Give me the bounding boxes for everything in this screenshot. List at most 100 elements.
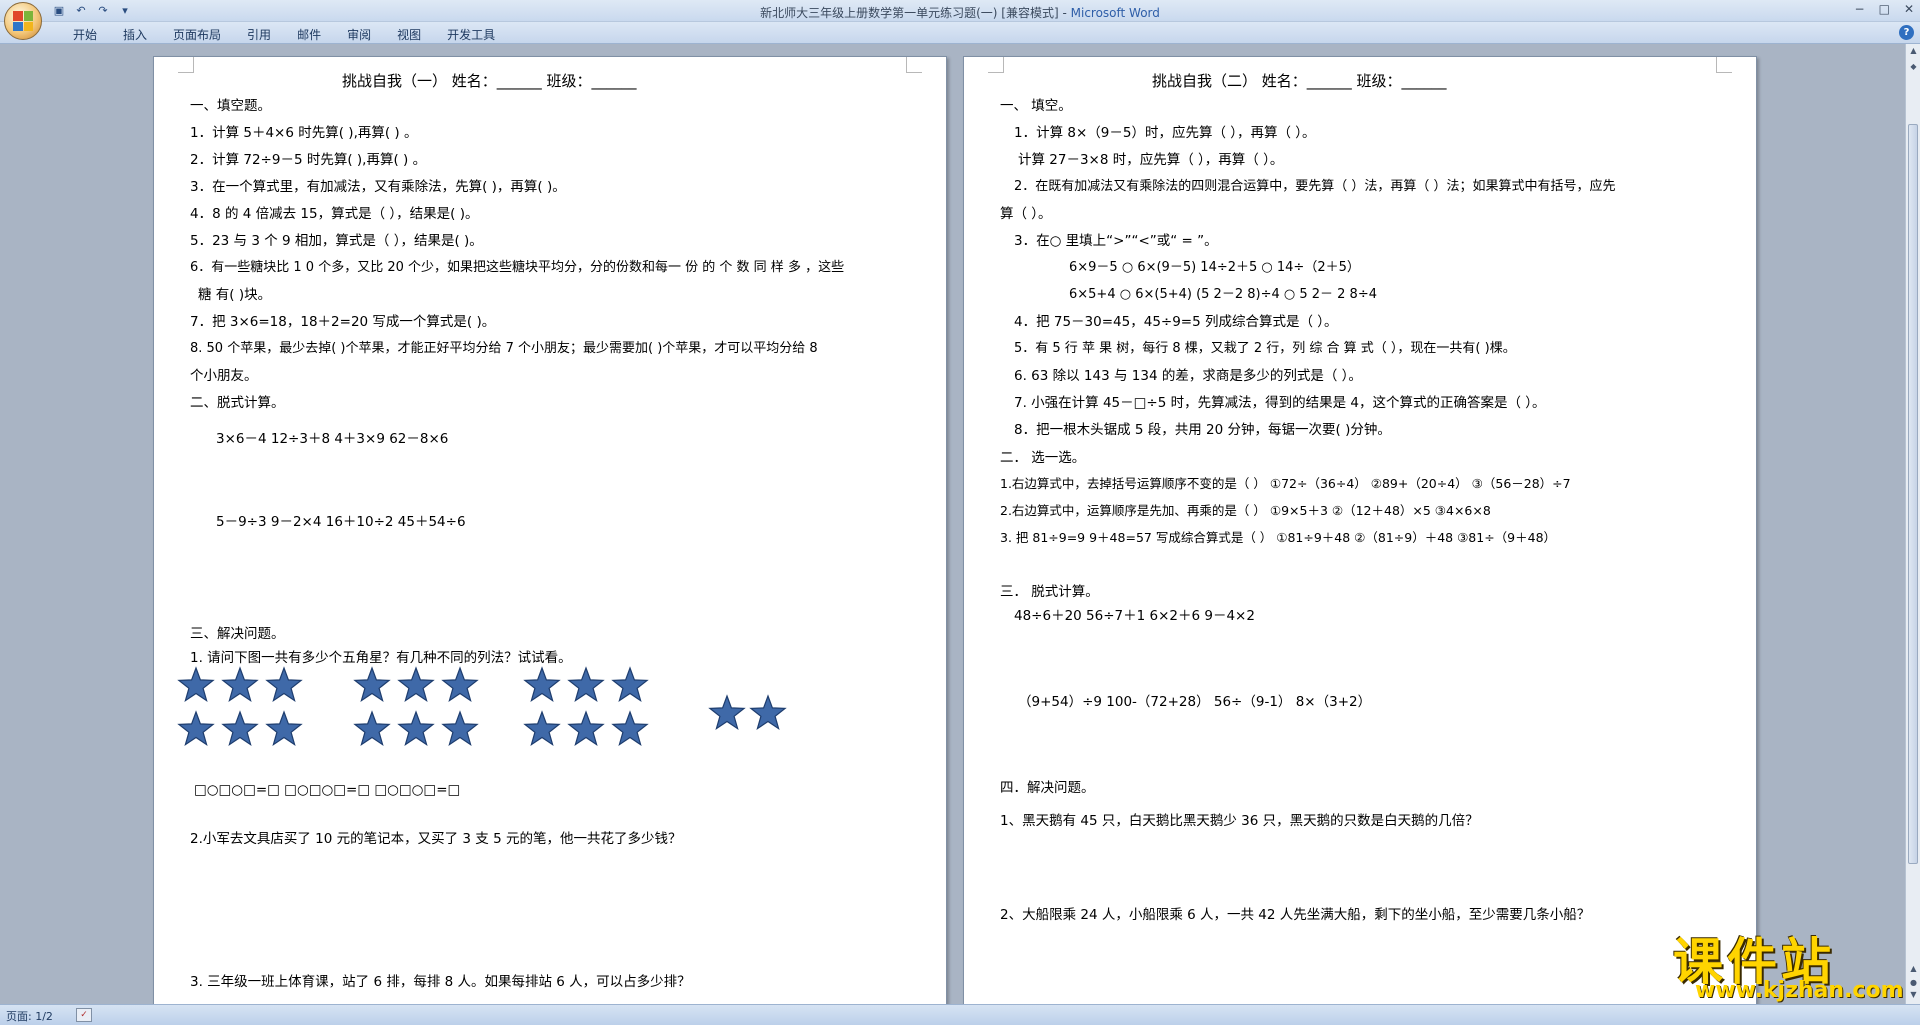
question-line: 个小朋友。: [190, 368, 258, 384]
question-line: 2、大船限乘 24 人，小船限乘 6 人，一共 42 人先坐满大船，剩下的坐小船…: [1000, 907, 1591, 923]
star-icon: [397, 666, 435, 703]
help-icon[interactable]: ?: [1899, 25, 1914, 40]
question-line: 4．8 的 4 倍减去 15，算式是（ ），结果是( )。: [190, 206, 479, 222]
star-icon: [353, 666, 391, 703]
section-heading: 二、脱式计算。: [190, 395, 285, 411]
answer-boxes-row: □○□○□=□ □○□○□=□ □○□○□=□: [194, 782, 461, 798]
proofing-icon[interactable]: ✓: [76, 1008, 92, 1022]
section-heading: 二． 选一选。: [1000, 450, 1086, 466]
section-heading: 一、填空题。: [190, 98, 271, 114]
star-icon: [749, 694, 787, 731]
office-logo-icon: [13, 11, 33, 31]
app-name: Microsoft Word: [1070, 6, 1160, 20]
window-title: 新北师大三年级上册数学第一单元练习题(一) [兼容模式] - Microsoft…: [0, 4, 1920, 21]
margin-corner-mark: [906, 57, 922, 73]
question-line: 1、黑天鹅有 45 只，白天鹅比黑天鹅少 36 只，黑天鹅的只数是白天鹅的几倍？: [1000, 813, 1479, 829]
status-bar: 页面: 1/2 ✓: [0, 1004, 1920, 1025]
star-icon: [567, 666, 605, 703]
section-heading: 四．解决问题。: [1000, 780, 1095, 796]
page-2: 挑战自我（二） 姓名：______ 班级：______ 一、 填空。 1．计算 …: [963, 56, 1757, 1004]
question-line: 3．在○ 里填上“>”“<”或“ = ”。: [1014, 233, 1218, 249]
star-icon: [353, 710, 391, 747]
title-bar: ▣ ↶ ↷ ▾ 新北师大三年级上册数学第一单元练习题(一) [兼容模式] - M…: [0, 0, 1920, 40]
tab-references[interactable]: 引用: [234, 26, 284, 43]
section-heading: 三． 脱式计算。: [1000, 584, 1099, 600]
question-line: 1．计算 5＋4×6 时先算( ),再算( ) 。: [190, 125, 418, 141]
minimize-icon[interactable]: −: [1855, 2, 1865, 16]
maximize-icon[interactable]: □: [1879, 2, 1890, 16]
question-line: 1．计算 8×（9－5）时，应先算（ ），再算（ ）。: [1014, 125, 1316, 141]
question-line: 6. 63 除以 143 与 134 的差，求商是多少的列式是（ ）。: [1014, 368, 1362, 384]
watermark-url: www.kjzhan.com: [1695, 978, 1904, 1003]
star-icon: [221, 710, 259, 747]
document-title: 新北师大三年级上册数学第一单元练习题(一) [兼容模式] -: [760, 6, 1067, 20]
scroll-up-icon[interactable]: ▲: [1908, 46, 1919, 58]
compare-row: 6×9－5 ○ 6×(9－5) 14÷2＋5 ○ 14÷（2＋5）: [1069, 260, 1360, 275]
select-browse-icon[interactable]: ●: [1908, 978, 1919, 990]
page-title: 挑战自我（二） 姓名：______ 班级：______: [1152, 72, 1447, 90]
question-line: 4．把 75－30=45，45÷9=5 列成综合算式是（ ）。: [1014, 314, 1338, 330]
question-line: 5．23 与 3 个 9 相加，算式是（ ），结果是( )。: [190, 233, 483, 249]
compare-row: 6×5+4 ○ 6×(5+4) (5 2－2 8)÷4 ○ 5 2－ 2 8÷4: [1069, 287, 1377, 302]
tab-insert[interactable]: 插入: [110, 26, 160, 43]
question-line: 2．在既有加减法又有乘除法的四则混合运算中，要先算（ ）法，再算（ ）法；如果算…: [1014, 179, 1616, 194]
question-line: 1. 请问下图一共有多少个五角星？有几种不同的列法？试试看。: [190, 650, 572, 666]
star-icon: [441, 666, 479, 703]
section-heading: 三、解决问题。: [190, 626, 285, 642]
tab-developer[interactable]: 开发工具: [434, 26, 508, 43]
ribbon-tabs-bar: 开始 插入 页面布局 引用 邮件 审阅 视图 开发工具 ?: [0, 22, 1920, 44]
star-icon: [523, 666, 561, 703]
vertical-scrollbar[interactable]: ▲ ◆ ▲ ● ▼: [1905, 44, 1920, 1004]
star-icon: [221, 666, 259, 703]
page-title: 挑战自我（一） 姓名：______ 班级：______: [342, 72, 637, 90]
star-icon: [265, 710, 303, 747]
question-line: 5．有 5 行 苹 果 树，每行 8 棵，又栽了 2 行，列 综 合 算 式（ …: [1014, 341, 1516, 356]
page-indicator[interactable]: 页面: 1/2: [6, 1008, 53, 1024]
calc-row: 3×6－4 12÷3＋8 4＋3×9 62－8×6: [216, 431, 449, 447]
prev-page-icon[interactable]: ▲: [1908, 964, 1919, 976]
star-icon: [177, 710, 215, 747]
choice-line: 2.右边算式中，运算顺序是先加、再乘的是（ ） ①9×5＋3 ②（12＋48）×…: [1000, 503, 1491, 518]
star-icon: [567, 710, 605, 747]
star-icon: [177, 666, 215, 703]
question-line: 8. 50 个苹果，最少去掉( )个苹果，才能正好平均分给 7 个小朋友；最少需…: [190, 341, 818, 356]
margin-corner-mark: [988, 57, 1004, 73]
page-1: 挑战自我（一） 姓名：______ 班级：______ 一、填空题。 1．计算 …: [153, 56, 947, 1004]
section-heading: 一、 填空。: [1000, 98, 1072, 114]
question-line: 3. 三年级一班上体育课，站了 6 排，每排 8 人。如果每排站 6 人，可以占…: [190, 974, 691, 990]
question-line: 糖 有( )块。: [198, 287, 272, 303]
tab-mailings[interactable]: 邮件: [284, 26, 334, 43]
margin-corner-mark: [178, 57, 194, 73]
question-line: 计算 27－3×8 时，应先算（ ），再算（ ）。: [1018, 152, 1284, 168]
star-icon: [523, 710, 561, 747]
watermark-logo: 课件站 www.kjzhan.com: [1655, 922, 1905, 1004]
choice-line: 3. 把 81÷9=9 9＋48=57 写成综合算式是（ ） ①81÷9＋48 …: [1000, 530, 1557, 545]
tab-review[interactable]: 审阅: [334, 26, 384, 43]
question-line: 8．把一根木头锯成 5 段，共用 20 分钟，每锯一次要( )分钟。: [1014, 422, 1391, 438]
tab-home[interactable]: 开始: [60, 26, 110, 43]
close-icon[interactable]: ✕: [1904, 2, 1914, 16]
tab-page-layout[interactable]: 页面布局: [160, 26, 234, 43]
calc-row: （9+54）÷9 100-（72+28） 56÷（9-1） 8×（3+2）: [1018, 694, 1372, 710]
margin-corner-mark: [1716, 57, 1732, 73]
next-page-icon[interactable]: ▼: [1908, 990, 1919, 1002]
star-icon: [611, 710, 649, 747]
ribbon-tabs: 开始 插入 页面布局 引用 邮件 审阅 视图 开发工具: [60, 26, 508, 43]
document-area: 挑战自我（一） 姓名：______ 班级：______ 一、填空题。 1．计算 …: [0, 44, 1905, 1004]
star-icon: [611, 666, 649, 703]
star-icon: [265, 666, 303, 703]
question-line: 6．有一些糖块比 1 0 个多，又比 20 个少，如果把这些糖块平均分，分的份数…: [190, 260, 845, 275]
question-line: 2．计算 72÷9－5 时先算( ),再算( ) 。: [190, 152, 427, 168]
scroll-thumb[interactable]: [1908, 124, 1918, 864]
choice-line: 1.右边算式中，去掉括号运算顺序不变的是（ ） ①72÷（36÷4） ②89+（…: [1000, 476, 1571, 491]
question-line: 3．在一个算式里，有加减法，又有乘除法，先算( )，再算( )。: [190, 179, 566, 195]
office-button[interactable]: [4, 2, 42, 40]
star-icon: [441, 710, 479, 747]
question-line: 7. 小强在计算 45－□÷5 时，先算减法，得到的结果是 4，这个算式的正确答…: [1014, 395, 1546, 411]
ruler-toggle-icon[interactable]: ◆: [1908, 62, 1919, 74]
tab-view[interactable]: 视图: [384, 26, 434, 43]
question-line: 2.小军去文具店买了 10 元的笔记本，又买了 3 支 5 元的笔，他一共花了多…: [190, 831, 682, 847]
calc-row: 48÷6＋20 56÷7＋1 6×2＋6 9－4×2: [1014, 608, 1255, 624]
question-line: 7．把 3×6=18，18＋2=20 写成一个算式是( )。: [190, 314, 496, 330]
question-line: 算（ ）。: [1000, 206, 1052, 222]
